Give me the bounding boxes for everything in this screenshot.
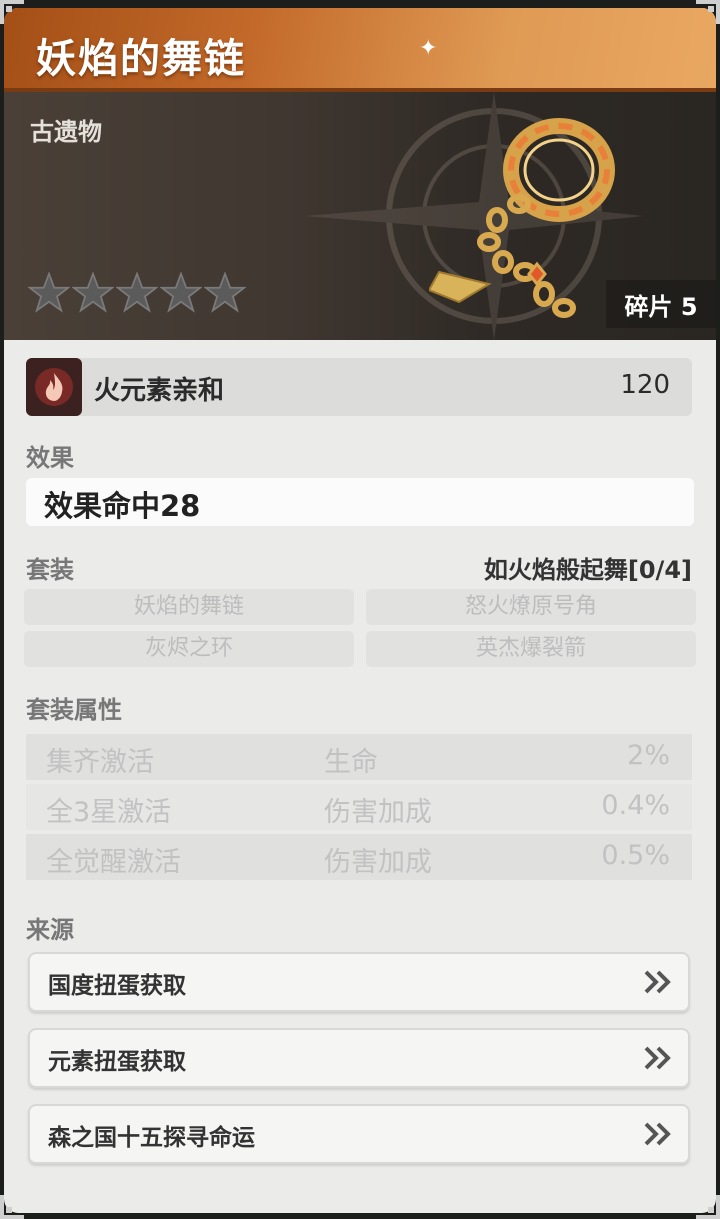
source-section-label: 来源 — [26, 916, 74, 944]
source-button-realm-gacha[interactable]: 国度扭蛋获取 — [28, 952, 690, 1012]
fragment-count: 碎片 5 — [606, 280, 716, 328]
set-bonus-row: 全3星激活 伤害加成 0.4% — [26, 784, 692, 830]
sparkle-icon: ✦ — [419, 36, 438, 61]
double-chevron-right-icon — [644, 970, 671, 994]
corner-ornament-icon — [696, 1195, 720, 1219]
set-piece: 灰烬之环 — [24, 631, 354, 667]
set-piece: 怒火燎原号角 — [366, 589, 696, 625]
effect-text: 效果命中28 — [44, 489, 201, 523]
affinity-label: 火元素亲和 — [94, 376, 225, 406]
set-progress: 如火焰般起舞[0/4] — [483, 556, 692, 584]
source-button-forest-quest[interactable]: 森之国十五探寻命运 — [28, 1104, 690, 1164]
bonus-stat: 伤害加成 — [324, 847, 432, 878]
star-icon — [203, 271, 247, 313]
corner-ornament-icon — [0, 1195, 24, 1219]
item-category: 古遗物 — [30, 118, 102, 146]
star-icon — [27, 271, 71, 313]
set-section-label: 套装 — [26, 556, 74, 584]
source-label: 国度扭蛋获取 — [48, 973, 186, 999]
bonus-value: 2% — [627, 740, 670, 771]
source-label: 森之国十五探寻命运 — [48, 1125, 255, 1151]
effect-section-label: 效果 — [26, 444, 74, 472]
rarity-stars — [27, 271, 248, 318]
star-icon — [115, 271, 159, 313]
set-bonus-row: 全觉醒激活 伤害加成 0.5% — [26, 834, 692, 880]
effect-box: 效果命中28 — [26, 478, 694, 526]
chain-bracelet-icon — [429, 118, 615, 318]
bonus-value: 0.4% — [601, 790, 670, 821]
set-piece: 英杰爆裂箭 — [366, 631, 696, 667]
item-detail-card: 妖焰的舞链 ✦ 古遗物 碎片 5 火元素亲和 120 效果 效果命中28 套装 … — [4, 8, 716, 1213]
corner-ornament-icon — [0, 0, 24, 24]
fire-element-icon — [26, 358, 82, 416]
bonus-value: 0.5% — [601, 840, 670, 871]
title-bar: 妖焰的舞链 ✦ — [4, 8, 716, 92]
item-hero: 古遗物 碎片 5 — [4, 92, 716, 340]
affinity-value: 120 — [620, 370, 670, 400]
element-affinity-row: 火元素亲和 120 — [26, 358, 692, 416]
star-icon — [159, 271, 203, 313]
star-icon — [71, 271, 115, 313]
corner-ornament-icon — [696, 0, 720, 24]
bonus-condition: 全觉醒激活 — [46, 847, 181, 878]
source-label: 元素扭蛋获取 — [48, 1049, 186, 1075]
bonus-condition: 全3星激活 — [46, 797, 172, 828]
double-chevron-right-icon — [644, 1122, 671, 1146]
item-title: 妖焰的舞链 — [36, 36, 246, 82]
set-piece: 妖焰的舞链 — [24, 589, 354, 625]
set-bonus-row: 集齐激活 生命 2% — [26, 734, 692, 780]
bonus-stat: 伤害加成 — [324, 797, 432, 828]
source-button-element-gacha[interactable]: 元素扭蛋获取 — [28, 1028, 690, 1088]
set-bonus-section-label: 套装属性 — [26, 696, 122, 724]
bonus-condition: 集齐激活 — [46, 747, 154, 778]
double-chevron-right-icon — [644, 1046, 671, 1070]
bonus-stat: 生命 — [324, 747, 378, 778]
